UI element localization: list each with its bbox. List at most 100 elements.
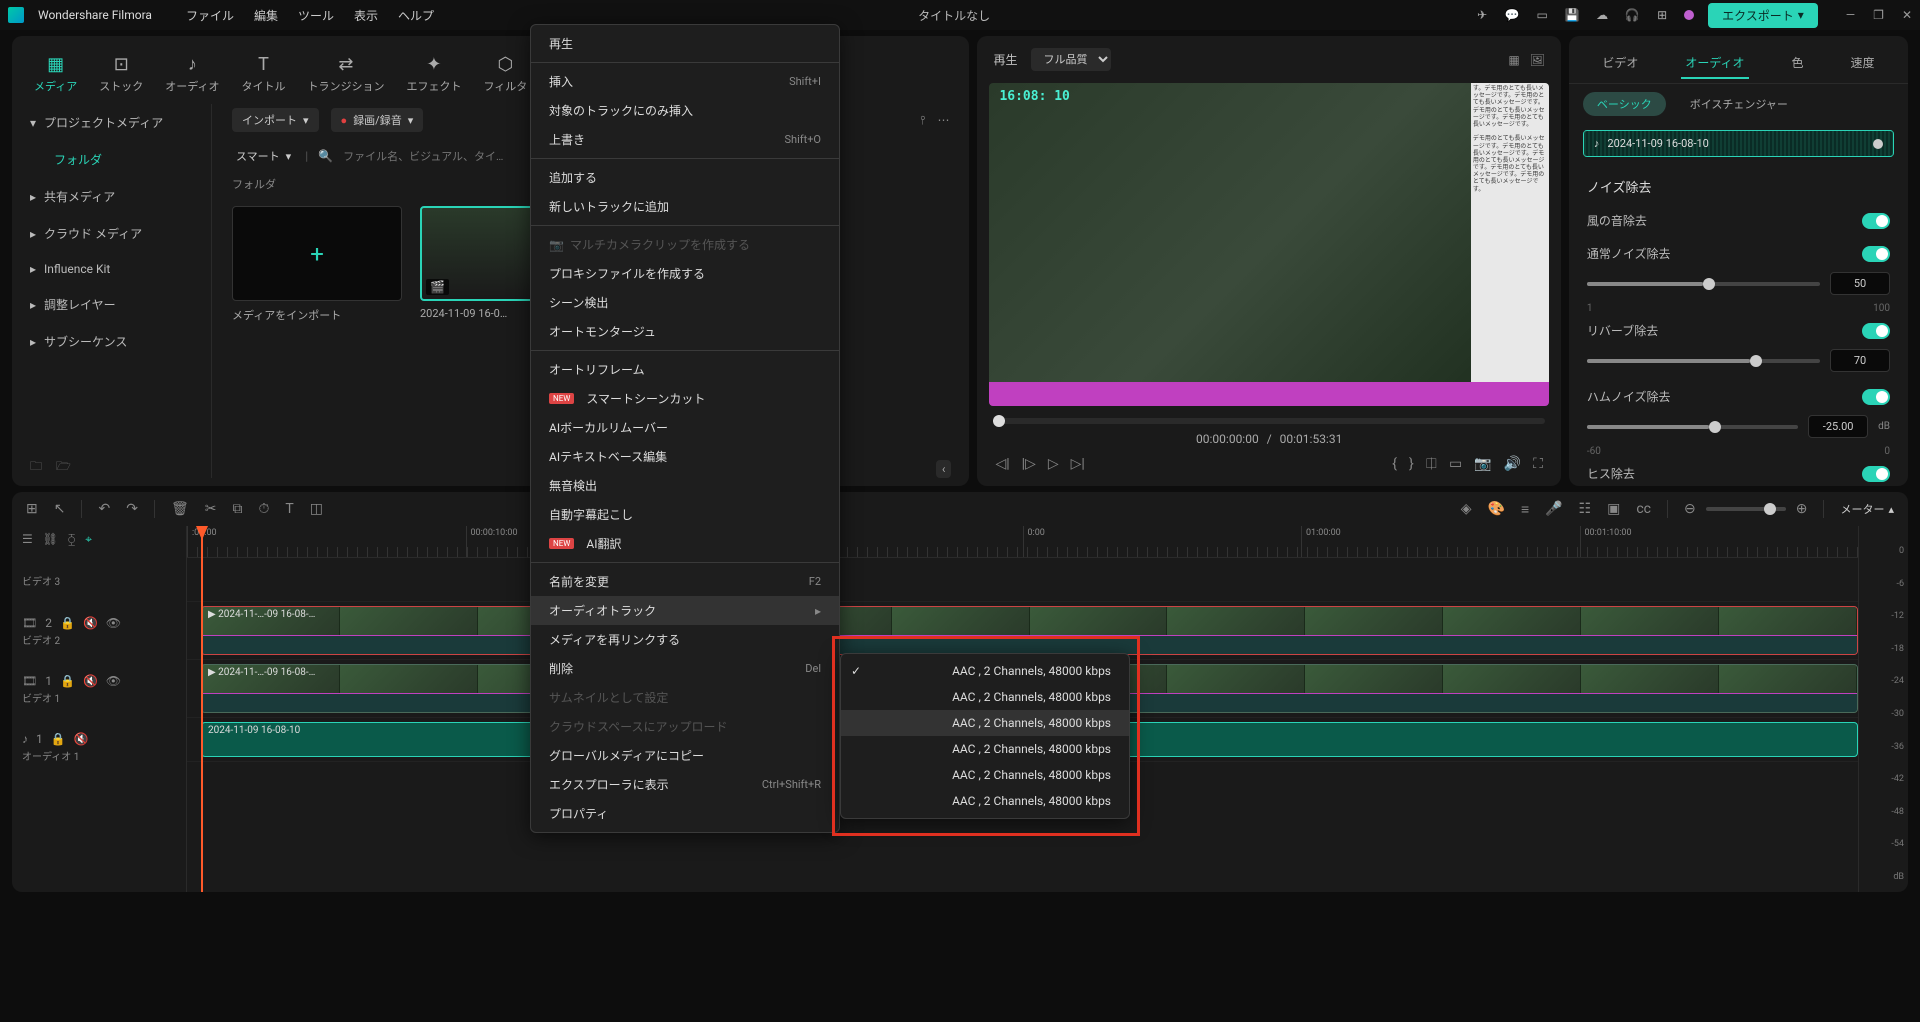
apps-icon[interactable]: ⊞ — [1654, 7, 1670, 23]
track-header-v2[interactable]: 🎞2🔒🔇👁 ビデオ 2 — [12, 602, 186, 660]
import-dropdown[interactable]: インポート ▾ — [232, 108, 319, 132]
ctx-sub-item[interactable]: AAC , 2 Channels, 48000 kbps — [841, 788, 1129, 814]
share-icon[interactable]: ✈ — [1474, 7, 1490, 23]
import-card[interactable]: + メディアをインポート — [232, 206, 402, 323]
ctx-item[interactable]: AIボーカルリムーバー — [531, 413, 839, 442]
tab-transition[interactable]: ⇄トランジション — [307, 54, 384, 94]
save-icon[interactable]: 💾 — [1564, 7, 1580, 23]
lock-icon[interactable]: 🔒 — [60, 674, 75, 688]
ctx-item[interactable]: 追加する — [531, 163, 839, 192]
grid-view-icon[interactable]: ▦ — [1508, 53, 1519, 67]
ctx-item[interactable]: 対象のトラックにのみ挿入 — [531, 96, 839, 125]
visibility-icon[interactable]: 👁 — [106, 674, 121, 688]
tab-media[interactable]: ▦メディア — [34, 54, 77, 94]
undo-icon[interactable]: ↶ — [98, 501, 110, 517]
ctx-item[interactable]: 再生 — [531, 29, 839, 58]
ctx-item[interactable]: オートモンタージュ — [531, 317, 839, 346]
ctx-item[interactable]: プロパティ — [531, 799, 839, 828]
sidebar-subsequence[interactable]: ▸サブシーケンス — [12, 323, 211, 360]
zoom-in-icon[interactable]: ⊕ — [1796, 501, 1808, 517]
brace-open-icon[interactable]: { — [1392, 456, 1397, 472]
sort-dropdown[interactable]: スマート ▾ — [232, 146, 295, 166]
sidebar-shared-media[interactable]: ▸共有メディア — [12, 178, 211, 215]
volume-icon[interactable]: 🔊 — [1504, 456, 1521, 472]
sidebar-cloud-media[interactable]: ▸クラウド メディア — [12, 215, 211, 252]
speed-icon[interactable]: ⏱ — [258, 501, 269, 517]
mixer-icon[interactable]: ☷ — [1579, 501, 1592, 517]
slider-hum[interactable] — [1587, 425, 1798, 429]
play-icon[interactable]: ▷ — [1048, 456, 1059, 472]
track-v2[interactable]: ▶ 2024-11-…-09 16-08-… — [187, 602, 1858, 660]
tab-title[interactable]: Tタイトル — [241, 54, 285, 94]
keyframe-tool-icon[interactable]: ◈ — [1461, 501, 1472, 517]
collapse-panel-button[interactable]: ‹ — [936, 460, 952, 478]
record-dropdown[interactable]: ●録画/録音 ▾ — [331, 108, 424, 132]
folder-out-icon[interactable]: 🗁 — [56, 457, 71, 478]
delete-icon[interactable]: 🗑 — [171, 501, 189, 517]
avatar-icon[interactable] — [1684, 10, 1694, 20]
ctx-item[interactable]: 名前を変更F2 — [531, 567, 839, 596]
sidebar-project-media[interactable]: ▾プロジェクトメディア — [12, 104, 211, 141]
slider-normal[interactable] — [1587, 282, 1820, 286]
auto-icon[interactable]: ⌖ — [85, 532, 92, 547]
ctx-sub-item[interactable]: AAC , 2 Channels, 48000 kbps — [841, 710, 1129, 736]
toggle-hiss[interactable] — [1862, 466, 1890, 482]
scrub-bar[interactable] — [993, 418, 1544, 424]
mute-icon[interactable]: 🔇 — [74, 732, 89, 746]
monitor-icon[interactable]: ▭ — [1534, 7, 1550, 23]
prop-tab-speed[interactable]: 速度 — [1847, 48, 1879, 79]
playhead[interactable] — [201, 526, 203, 892]
toggle-reverb[interactable] — [1862, 323, 1890, 339]
mute-icon[interactable]: 🔇 — [83, 616, 98, 630]
prop-tab-video[interactable]: ビデオ — [1598, 48, 1642, 79]
next-frame-icon[interactable]: ▷| — [1071, 456, 1085, 472]
ctx-item[interactable]: プロキシファイルを作成する — [531, 259, 839, 288]
ctx-item[interactable]: メディアを再リンクする — [531, 625, 839, 654]
ctx-item[interactable]: 無音検出 — [531, 471, 839, 500]
filter-icon[interactable]: ⫯ — [920, 113, 925, 128]
tab-stock[interactable]: ⊡ストック — [99, 54, 143, 94]
menu-edit[interactable]: 編集 — [254, 7, 278, 24]
ctx-sub-item[interactable]: AAC , 2 Channels, 48000 kbps — [841, 736, 1129, 762]
step-back-icon[interactable]: |▷ — [1022, 456, 1036, 472]
prop-tab-color[interactable]: 色 — [1788, 48, 1808, 79]
fullscreen-icon[interactable]: ⛶ — [1533, 456, 1543, 472]
zoom-out-icon[interactable]: ⊖ — [1684, 501, 1696, 517]
track-header-v1[interactable]: 🎞1🔒🔇👁 ビデオ 1 — [12, 660, 186, 718]
tracks-icon[interactable]: ☰ — [22, 532, 33, 547]
ctx-item[interactable]: 新しいトラックに追加 — [531, 192, 839, 221]
menu-tool[interactable]: ツール — [298, 7, 334, 24]
marker-icon[interactable]: ⎅ — [1426, 456, 1437, 472]
ctx-item[interactable]: オートリフレーム — [531, 355, 839, 384]
tab-filter[interactable]: ⬡フィルタ — [483, 54, 527, 94]
zoom-slider[interactable] — [1706, 507, 1786, 511]
ctx-item[interactable]: NEWスマートシーンカット — [531, 384, 839, 413]
render-icon[interactable]: ▣ — [1607, 501, 1620, 517]
ctx-item[interactable]: 削除Del — [531, 654, 839, 683]
menu-help[interactable]: ヘルプ — [398, 7, 434, 24]
subtab-voice[interactable]: ボイスチェンジャー — [1676, 92, 1802, 116]
sidebar-influence-kit[interactable]: ▸Influence Kit — [12, 252, 211, 286]
brace-close-icon[interactable]: } — [1409, 456, 1414, 472]
ctx-item[interactable]: グローバルメディアにコピー — [531, 741, 839, 770]
ctx-sub-item[interactable]: AAC , 2 Channels, 48000 kbps — [841, 762, 1129, 788]
color-tool-icon[interactable]: 🎨 — [1488, 501, 1505, 517]
headphones-icon[interactable]: 🎧 — [1624, 7, 1640, 23]
lock-icon[interactable]: 🔒 — [51, 732, 66, 746]
track-header-a1[interactable]: ♪1🔒🔇 オーディオ 1 — [12, 718, 186, 776]
bin-icon[interactable]: 🗀 — [30, 457, 42, 478]
snapshot-icon[interactable]: 📷 — [1474, 456, 1491, 472]
audio-track-submenu[interactable]: ✓AAC , 2 Channels, 48000 kbpsAAC , 2 Cha… — [840, 653, 1130, 819]
caption-icon[interactable]: cc — [1636, 501, 1651, 517]
toggle-normal[interactable] — [1862, 246, 1890, 262]
cut-icon[interactable]: ✂ — [205, 501, 217, 517]
magnet-icon[interactable]: ⧲ — [68, 532, 75, 547]
marker-tool-icon[interactable]: ⊞ — [26, 501, 38, 517]
export-button[interactable]: エクスポート ▾ — [1708, 3, 1818, 28]
maximize-button[interactable]: ❐ — [1873, 8, 1884, 22]
lock-icon[interactable]: 🔒 — [60, 616, 75, 630]
sidebar-adjust-layer[interactable]: ▸調整レイヤー — [12, 286, 211, 323]
track-v3[interactable] — [187, 558, 1858, 602]
pointer-tool-icon[interactable]: ↖ — [54, 501, 66, 517]
visibility-icon[interactable]: 👁 — [106, 616, 121, 630]
